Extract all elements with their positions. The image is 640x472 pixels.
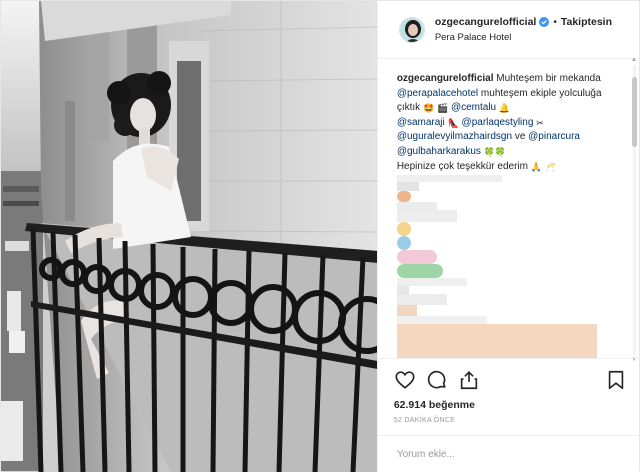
folded-hands-emoji-icon: 🙏 bbox=[530, 161, 542, 172]
bell-emoji-icon: 🔔 bbox=[498, 103, 511, 114]
scroll-up-arrow-icon[interactable]: ▲ bbox=[631, 57, 637, 63]
header-username[interactable]: ozgecangurelofficial bbox=[435, 16, 537, 29]
clinking-glasses-emoji-icon: 🥂 bbox=[544, 161, 556, 172]
post-side-panel: ozgecangurelofficial • Takiptesin Pera P… bbox=[376, 1, 640, 472]
comment-bubble-icon[interactable] bbox=[426, 369, 448, 391]
avatar-image bbox=[399, 17, 424, 42]
mention-link[interactable]: @samaraji bbox=[397, 117, 445, 128]
verified-badge-icon bbox=[539, 17, 550, 27]
post-timestamp[interactable]: 52 DAKİKA ÖNCE bbox=[394, 417, 627, 424]
high-heel-emoji-icon: 👠 bbox=[447, 117, 459, 128]
mention-link[interactable]: @gulbaharkarakus bbox=[397, 146, 481, 157]
comments-scrollbar[interactable]: ▲ ▼ bbox=[631, 57, 637, 363]
comment-input[interactable] bbox=[396, 448, 622, 460]
scrollbar-thumb[interactable] bbox=[632, 77, 637, 147]
scissors-emoji-icon: ✂ bbox=[536, 117, 544, 128]
photo-illustration bbox=[1, 1, 377, 472]
clapper-board-emoji-icon: 🎬 bbox=[436, 103, 449, 114]
location-link[interactable]: Pera Palace Hotel bbox=[435, 31, 612, 44]
mention-link[interactable]: @parlaqestyling bbox=[462, 117, 534, 128]
comment-box bbox=[377, 435, 640, 472]
post-actions: 62.914 beğenme 52 DAKİKA ÖNCE bbox=[377, 358, 640, 424]
header-separator: • bbox=[553, 16, 557, 28]
heart-icon[interactable] bbox=[394, 369, 416, 391]
caption-text: Hepinize çok teşekkür ederim bbox=[396, 160, 528, 172]
header-text: ozgecangurelofficial • Takiptesin Pera P… bbox=[435, 16, 612, 44]
mention-link[interactable]: @pinarcura bbox=[528, 131, 580, 142]
caption-text: ve bbox=[514, 131, 526, 143]
following-button[interactable]: Takiptesin bbox=[561, 16, 612, 29]
post-photo[interactable] bbox=[1, 1, 377, 472]
post-header: ozgecangurelofficial • Takiptesin Pera P… bbox=[377, 1, 639, 59]
caption-text: Muhteşem bir mekanda bbox=[496, 73, 601, 84]
avatar[interactable] bbox=[398, 16, 425, 43]
blurred-comments bbox=[396, 175, 622, 358]
post-caption: ozgecangurelofficial Muhteşem bir mekand… bbox=[397, 72, 627, 174]
star-struck-emoji-icon: 🤩 bbox=[422, 103, 435, 114]
action-icons bbox=[394, 367, 627, 393]
caption-username[interactable]: ozgecangurelofficial bbox=[397, 73, 494, 84]
like-count[interactable]: 62.914 beğenme bbox=[394, 399, 627, 411]
mention-link[interactable]: @cemtalu bbox=[451, 102, 496, 113]
comments-scroll-area[interactable]: ozgecangurelofficial Muhteşem bir mekand… bbox=[378, 60, 640, 358]
clover-emoji-icon: 🍀🍀 bbox=[483, 146, 507, 157]
bookmark-icon[interactable] bbox=[605, 369, 627, 391]
mention-link[interactable]: @perapalacehotel bbox=[397, 88, 478, 99]
share-icon[interactable] bbox=[458, 369, 480, 391]
mention-link[interactable]: @uguralevyilmazhairdsgn bbox=[397, 131, 512, 142]
instagram-post: ozgecangurelofficial • Takiptesin Pera P… bbox=[0, 0, 640, 472]
